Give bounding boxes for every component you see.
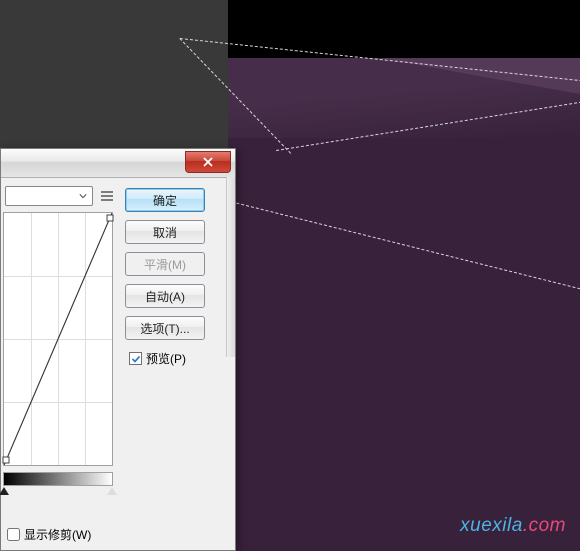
preset-select[interactable] — [5, 186, 93, 206]
chevron-down-icon — [76, 189, 90, 203]
close-button[interactable] — [185, 151, 231, 173]
dialog-titlebar[interactable] — [1, 149, 235, 178]
auto-button[interactable]: 自动(A) — [125, 284, 205, 308]
white-point-slider[interactable] — [107, 487, 117, 495]
show-clipping-label: 显示修剪(W) — [24, 526, 91, 543]
watermark: xuexila.com — [460, 515, 566, 537]
cancel-button[interactable]: 取消 — [125, 220, 205, 244]
check-icon — [131, 354, 141, 364]
options-button[interactable]: 选项(T)... — [125, 316, 205, 340]
ok-button[interactable]: 确定 — [125, 188, 205, 212]
preview-label: 预览(P) — [146, 350, 186, 367]
curves-graph[interactable] — [3, 212, 113, 466]
black-point-slider[interactable] — [0, 487, 9, 495]
curve-handle-black[interactable] — [3, 457, 10, 464]
curves-dialog: 显示修剪(W) 确定 取消 平滑(M) 自动(A) 选项(T)... 预览(P) — [0, 148, 236, 551]
curve-line — [4, 213, 112, 465]
close-icon — [203, 157, 213, 167]
smooth-button: 平滑(M) — [125, 252, 205, 276]
curve-handle-white[interactable] — [106, 215, 113, 222]
show-clipping-checkbox[interactable] — [7, 528, 20, 541]
preview-checkbox[interactable] — [129, 352, 142, 365]
preset-menu-icon[interactable] — [99, 188, 115, 204]
input-gradient-bar[interactable] — [3, 472, 113, 486]
